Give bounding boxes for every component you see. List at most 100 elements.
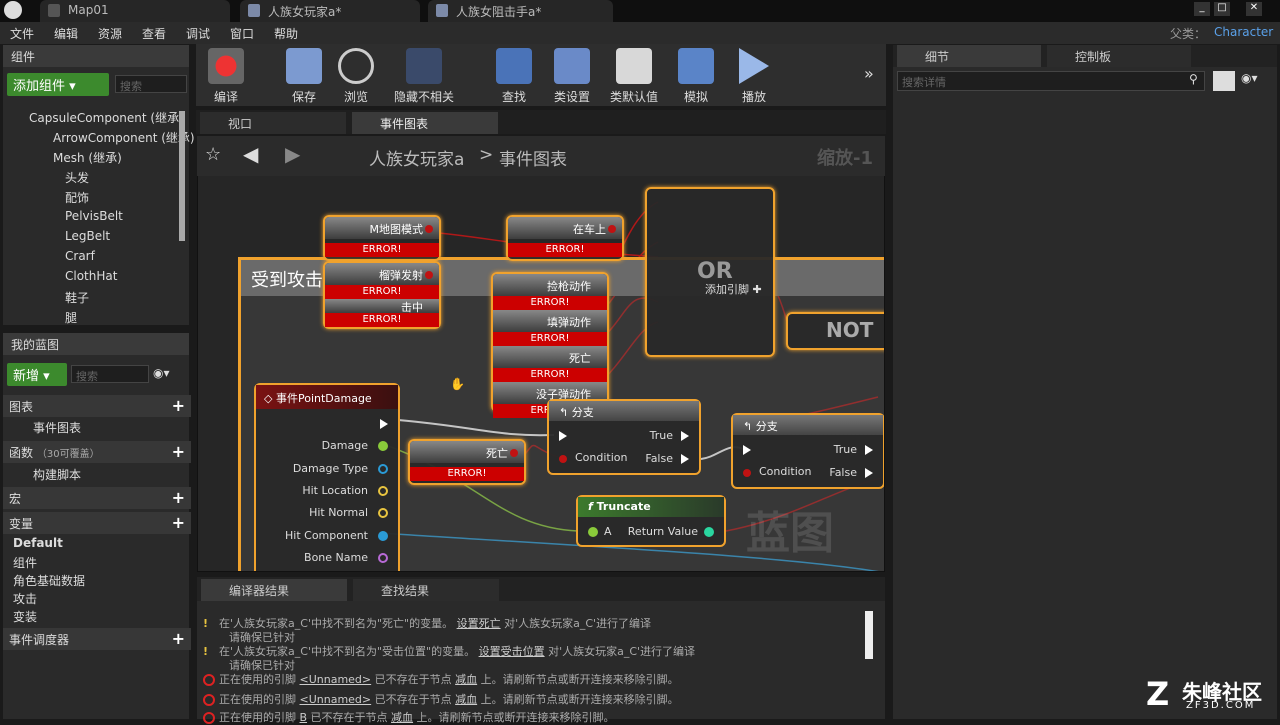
add-graph-icon[interactable]: + [172, 396, 185, 415]
add-variable-icon[interactable]: + [172, 513, 185, 532]
node-or[interactable]: OR 添加引脚 ✚ [645, 187, 775, 357]
bp-name-crumb[interactable]: 人族女玩家a [369, 145, 464, 170]
new-button[interactable]: 新增 ▾ [7, 363, 67, 386]
tab-find-results[interactable]: 查找结果 [353, 579, 499, 601]
node-map-mode[interactable]: M地图模式 ERROR! [323, 215, 441, 261]
float-in-pin-icon[interactable] [588, 527, 598, 537]
tree-item-mesh[interactable]: Mesh (继承) [53, 149, 122, 166]
simulate-button[interactable]: 模拟 [670, 46, 722, 104]
exec-in-pin-icon[interactable] [743, 445, 751, 455]
tree-item-legs[interactable]: 腿 [65, 309, 77, 326]
float-pin-icon[interactable] [378, 441, 388, 451]
play-button[interactable]: 播放 [726, 46, 782, 104]
add-pin-button[interactable]: 添加引脚 ✚ [705, 281, 762, 297]
node-truncate[interactable]: f Truncate A Return Value [576, 495, 726, 547]
hide-unrelated-button[interactable]: 隐藏不相关 [386, 46, 462, 104]
exec-out-pin-icon[interactable] [380, 419, 388, 429]
add-dispatcher-icon[interactable]: + [172, 629, 185, 648]
tab-bp-sniper[interactable]: 人族女阻击手a* [428, 0, 613, 22]
log-line-5[interactable]: 正在使用的引脚 B 已不存在于节点 减血 上。请刷新节点或断开连接来移除引脚。 [203, 709, 615, 725]
false-out-pin-icon[interactable] [681, 454, 689, 464]
var-costume[interactable]: 变装 [13, 608, 37, 625]
log-line-3[interactable]: 正在使用的引脚 <Unnamed> 已不存在于节点 减血 上。请刷新节点或断开连… [203, 671, 679, 687]
node-branch-2[interactable]: ↰ 分支 Condition True False [731, 413, 884, 489]
results-scrollbar[interactable] [865, 611, 873, 659]
vector-pin-icon[interactable] [378, 508, 388, 518]
name-pin-icon[interactable] [378, 553, 388, 563]
forward-arrow-icon[interactable]: ▶ [285, 142, 300, 166]
int-out-pin-icon[interactable] [704, 527, 714, 537]
tab-bp-player[interactable]: 人族女玩家a* [240, 0, 420, 22]
browse-button[interactable]: 浏览 [330, 46, 382, 104]
node-in-vehicle[interactable]: 在车上 ERROR! [506, 215, 624, 261]
menu-debug[interactable]: 调试 [186, 25, 210, 42]
tree-item-arrow[interactable]: ArrowComponent (继承) [53, 129, 195, 146]
find-button[interactable]: 查找 [488, 46, 540, 104]
compile-button[interactable]: 编译 [200, 46, 252, 104]
graph-canvas[interactable]: 受到攻击 M地图模式 ERROR! 榴弹发射 ERROR! 击中 ERROR! 在车上 E… [197, 136, 885, 572]
var-base-data[interactable]: 角色基础数据 [13, 572, 85, 589]
node-grenade[interactable]: 榴弹发射 ERROR! 击中 ERROR! [323, 261, 441, 329]
menu-view[interactable]: 查看 [142, 25, 166, 42]
save-button[interactable]: 保存 [278, 46, 330, 104]
details-eye-icon[interactable]: ◉▾ [1241, 71, 1258, 85]
true-out-pin-icon[interactable] [681, 431, 689, 441]
category-macros[interactable]: 宏 + [3, 487, 191, 509]
tree-item-shoes[interactable]: 鞋子 [65, 289, 89, 306]
menu-file[interactable]: 文件 [10, 25, 34, 42]
object-pin-icon[interactable] [378, 464, 388, 474]
tab-details[interactable]: 细节 [897, 45, 1041, 67]
tab-control-panel[interactable]: 控制板 [1047, 45, 1191, 67]
tree-item-legbelt[interactable]: LegBelt [65, 229, 110, 243]
menu-window[interactable]: 窗口 [230, 25, 254, 42]
tree-item-pelvisbelt[interactable]: PelvisBelt [65, 209, 123, 223]
details-search-icon[interactable]: ⚲ [1189, 72, 1198, 86]
tab-compiler-results[interactable]: 编译器结果 [201, 579, 347, 601]
bool-pin-icon[interactable] [608, 225, 616, 233]
components-scrollbar[interactable] [179, 111, 185, 241]
exec-in-pin-icon[interactable] [559, 431, 567, 441]
component-pin-icon[interactable] [378, 531, 388, 541]
tab-map01[interactable]: Map01 [40, 0, 230, 22]
bool-pin-icon[interactable] [510, 449, 518, 457]
close-button[interactable]: ✕ [1246, 2, 1262, 16]
category-dispatchers[interactable]: 事件调度器 + [3, 628, 191, 650]
tree-item-clothhat[interactable]: ClothHat [65, 269, 117, 283]
class-defaults-button[interactable]: 类默认值 [604, 46, 664, 104]
log-line-4[interactable]: 正在使用的引脚 <Unnamed> 已不存在于节点 减血 上。请刷新节点或断开连… [203, 691, 679, 707]
toolbar-overflow-icon[interactable]: » [864, 64, 874, 83]
minimize-button[interactable]: _ [1194, 2, 1210, 16]
node-not[interactable]: NOT [786, 312, 884, 350]
eye-icon[interactable]: ◉▾ [153, 366, 170, 380]
add-function-icon[interactable]: + [172, 442, 185, 461]
add-component-button[interactable]: 添加组件 ▾ [7, 73, 109, 96]
tree-item-hair[interactable]: 头发 [65, 169, 89, 186]
bool-pin-icon[interactable] [425, 271, 433, 279]
false-out-pin-icon[interactable] [865, 468, 873, 478]
node-pickup-anim[interactable]: 捡枪动作 ERROR! 填弹动作 ERROR! 死亡 ERROR! 没子弹动作 … [491, 272, 609, 418]
var-attack[interactable]: 攻击 [13, 590, 37, 607]
vector-pin-icon[interactable] [378, 486, 388, 496]
node-branch-1[interactable]: ↰ 分支 Condition True False [547, 399, 701, 475]
maximize-button[interactable]: □ [1214, 2, 1230, 16]
blueprint-search-input[interactable]: 搜索 [71, 365, 149, 383]
tab-viewport[interactable]: 视口 [200, 112, 346, 134]
category-variables[interactable]: 变量 + [3, 512, 191, 534]
var-components[interactable]: 组件 [13, 554, 37, 571]
bool-pin-icon[interactable] [425, 225, 433, 233]
tree-item-crarf[interactable]: Crarf [65, 249, 95, 263]
menu-asset[interactable]: 资源 [98, 25, 122, 42]
tab-event-graph[interactable]: 事件图表 [352, 112, 498, 134]
category-graphs[interactable]: 图表 + [3, 395, 191, 417]
node-event-point-damage[interactable]: ◇ 事件PointDamage Damage Damage Type Hit L… [254, 383, 400, 571]
event-graph-item[interactable]: 事件图表 [33, 419, 81, 436]
menu-edit[interactable]: 编辑 [54, 25, 78, 42]
details-list-view-icon[interactable] [1213, 71, 1235, 91]
log-link-1[interactable]: 设置死亡 [457, 617, 501, 630]
construct-script-item[interactable]: 构建脚本 [33, 466, 81, 483]
var-default[interactable]: Default [13, 536, 63, 550]
menu-help[interactable]: 帮助 [274, 25, 298, 42]
favorite-star-icon[interactable]: ☆ [205, 144, 221, 165]
log-link-2[interactable]: 设置受击位置 [479, 645, 545, 658]
condition-pin-icon[interactable] [559, 455, 567, 463]
